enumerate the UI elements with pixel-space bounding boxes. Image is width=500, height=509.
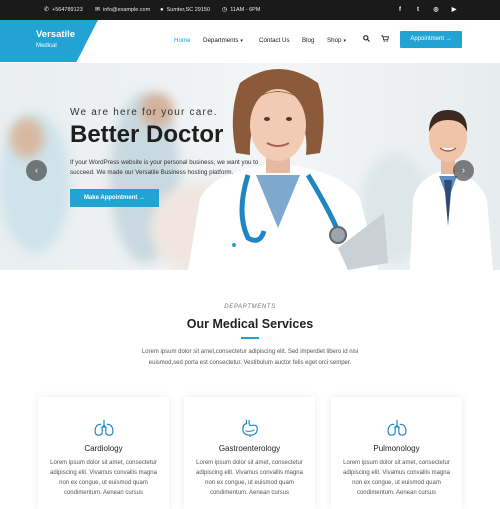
card-text: Lorem ipsum dolor sit amet, consectetur …: [50, 460, 157, 496]
hours-info: ◷ 11AM - 6PM: [222, 0, 260, 20]
slider-prev-button[interactable]: ‹: [26, 160, 47, 181]
card-title: Cardiology: [84, 444, 123, 453]
lungs-icon: [94, 419, 114, 436]
nav-departments-label: Departments: [203, 37, 239, 44]
section-label: DEPARTMENTS: [224, 304, 276, 310]
nav-shop[interactable]: Shop ▾: [327, 34, 346, 48]
instagram-icon[interactable]: ◎: [432, 0, 440, 20]
service-card-cardiology[interactable]: Cardiology Lorem ipsum dolor sit amet, c…: [38, 397, 169, 509]
section-description: Lorem ipsum dolor sit amet,consectetur a…: [141, 349, 359, 366]
appointment-button[interactable]: Appointment →: [400, 31, 462, 48]
logo-title: Versatile: [36, 29, 76, 40]
header: Versatile Medical Home Departments ▾ Cont…: [0, 20, 500, 62]
hero-slider: We are here for your care. Better Doctor…: [0, 63, 500, 270]
stomach-icon: [242, 419, 258, 437]
envelope-icon: ✉: [95, 7, 101, 13]
card-title: Gastroenterology: [218, 444, 281, 453]
nav-departments[interactable]: Departments ▾: [203, 34, 243, 48]
nav-blog[interactable]: Blog: [302, 34, 314, 48]
slider-dot[interactable]: [256, 243, 260, 247]
background-person: [10, 118, 44, 158]
hero-title: Better Doctor: [70, 121, 224, 148]
search-icon[interactable]: [363, 34, 370, 48]
slider-next-button[interactable]: ›: [453, 160, 474, 181]
nav-contact[interactable]: Contact Us: [259, 34, 290, 48]
phone-info[interactable]: ✆ +564789123: [44, 0, 83, 20]
slider-dot[interactable]: [232, 243, 236, 247]
card-text: Lorem ipsum dolor sit amet, consectetur …: [196, 460, 303, 496]
chevron-down-icon: ▾: [240, 38, 243, 44]
cart-icon[interactable]: [381, 34, 390, 48]
facebook-icon[interactable]: f: [396, 0, 404, 20]
nav-home[interactable]: Home: [174, 34, 191, 48]
section-title: Our Medical Services: [186, 317, 314, 331]
male-doctor-image: [410, 110, 493, 270]
service-card-pulmonology[interactable]: Pulmonology Lorem ipsum dolor sit amet, …: [331, 397, 462, 509]
location-info: ● Sumter,SC 29150: [160, 0, 210, 20]
phone-icon: ✆: [44, 7, 50, 13]
top-bar: ✆ +564789123 ✉ info@example.com ● Sumter…: [0, 0, 500, 20]
hero-tagline: We are here for your care.: [70, 107, 218, 118]
phone-text: +564789123: [52, 7, 83, 13]
email-text: info@example.com: [103, 7, 151, 13]
card-title: Pulmonology: [373, 444, 420, 453]
email-info[interactable]: ✉ info@example.com: [95, 0, 150, 20]
clock-icon: ◷: [222, 7, 228, 13]
chevron-down-icon: ▾: [343, 38, 346, 44]
logo[interactable]: Versatile Medical: [0, 20, 98, 62]
twitter-icon[interactable]: t: [414, 0, 422, 20]
map-pin-icon: ●: [160, 7, 164, 13]
slider-dots: [232, 243, 268, 247]
slider-dot[interactable]: [240, 243, 244, 247]
logo-subtitle: Medical: [36, 43, 57, 49]
hours-text: 11AM - 6PM: [230, 7, 261, 13]
card-text: Lorem ipsum dolor sit amet, consectetur …: [343, 460, 450, 496]
title-underline: [241, 337, 259, 339]
youtube-icon[interactable]: ▶: [450, 0, 458, 20]
lungs-icon: [387, 419, 407, 436]
slider-dot[interactable]: [248, 243, 252, 247]
slider-dot[interactable]: [264, 243, 268, 247]
chevron-left-icon: ‹: [35, 165, 38, 175]
location-text: Sumter,SC 29150: [166, 7, 211, 13]
service-card-gastroenterology[interactable]: Gastroenterology Lorem ipsum dolor sit a…: [184, 397, 315, 509]
chevron-right-icon: ›: [462, 165, 465, 175]
hero-text: If your WordPress website is your person…: [70, 159, 259, 176]
nav-shop-label: Shop: [327, 37, 342, 44]
make-appointment-button[interactable]: Make Appointment →: [70, 189, 159, 207]
